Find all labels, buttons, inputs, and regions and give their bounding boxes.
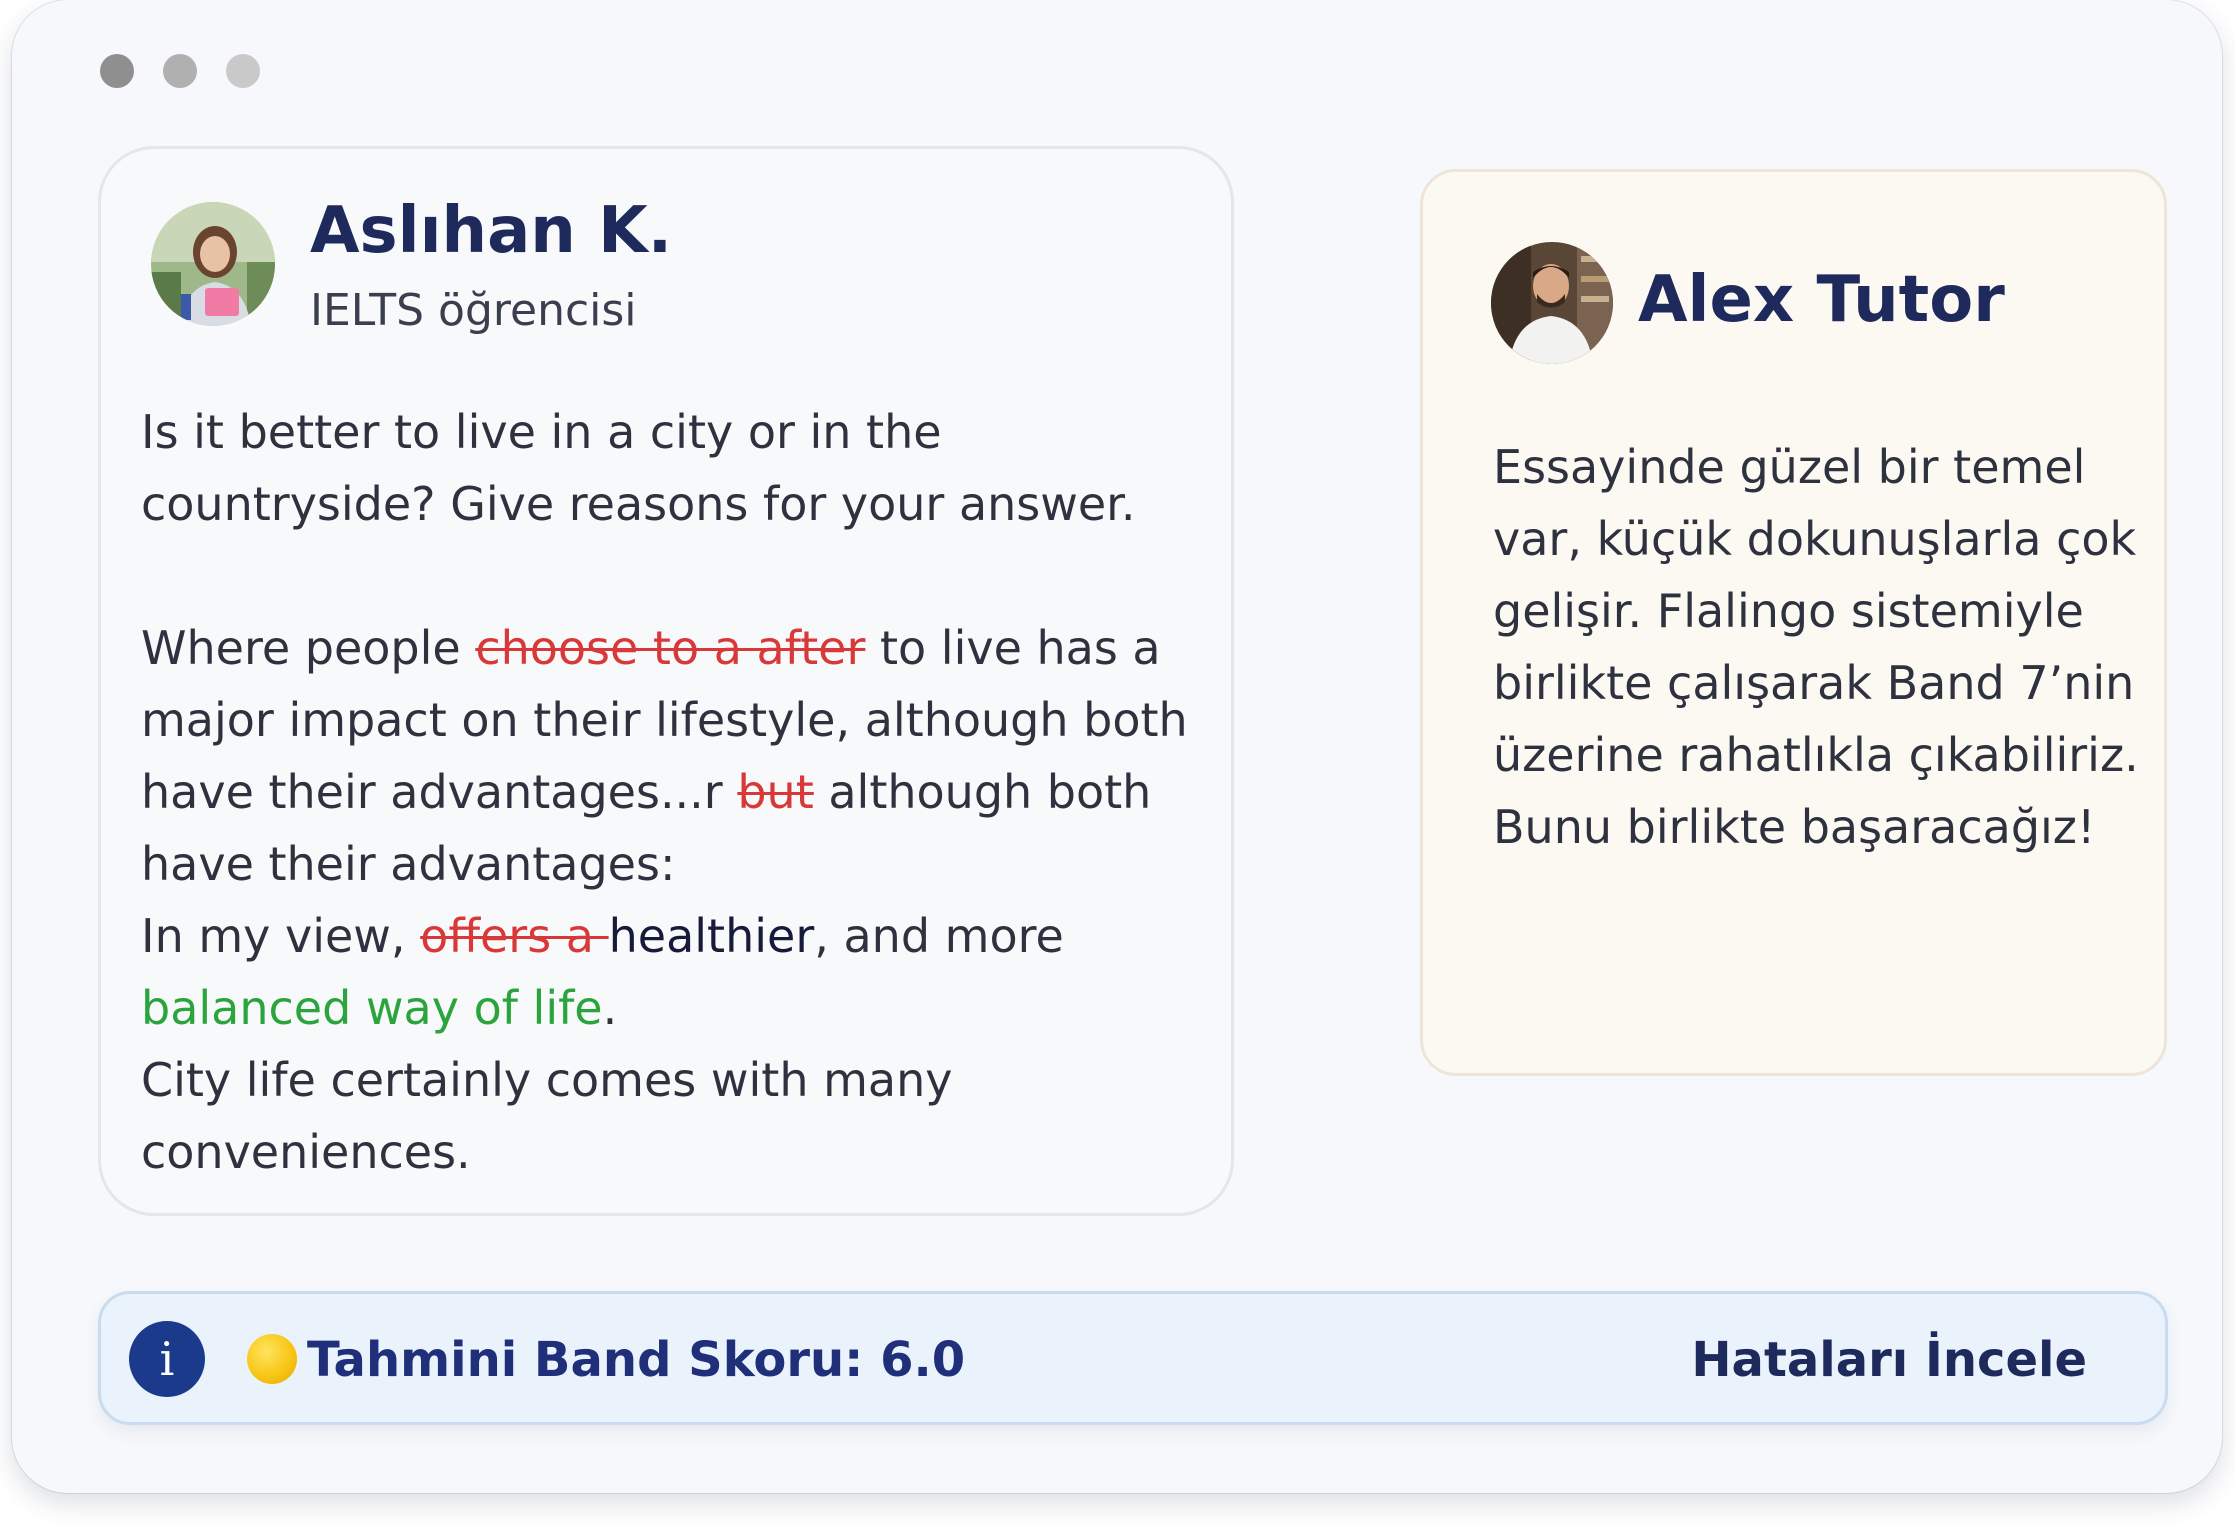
band-score-label: Tahmini Band Skoru: 6.0 xyxy=(307,1332,966,1388)
correction-insertion: healthier xyxy=(608,909,815,963)
tutor-feedback-card: Alex Tutor Essayinde güzel bir temel var… xyxy=(1420,169,2167,1076)
window-minimize-dot[interactable] xyxy=(163,54,197,88)
student-essay-card: Aslıhan K. IELTS öğrencisi Is it better … xyxy=(98,146,1234,1216)
info-icon[interactable]: i xyxy=(129,1321,205,1397)
window-close-dot[interactable] xyxy=(100,54,134,88)
app-window: Aslıhan K. IELTS öğrencisi Is it better … xyxy=(12,0,2222,1493)
correction-deletion: but xyxy=(737,765,814,819)
student-avatar xyxy=(151,202,275,326)
essay-paragraph-1: Where people choose to a after to live h… xyxy=(141,621,1188,891)
tutor-message: Essayinde güzel bir temel var, küçük dok… xyxy=(1493,440,2139,854)
essay-text: Is it better to live in a city or in the… xyxy=(141,396,1221,1188)
review-errors-button[interactable]: Hataları İncele xyxy=(1691,1336,2087,1384)
correction-deletion: choose to a after xyxy=(475,621,866,675)
essay-paragraph-2: In my view, offers a healthier, and more… xyxy=(141,909,1064,1035)
essay-paragraph-3: City life certainly comes with many conv… xyxy=(141,1053,953,1179)
student-name: Aslıhan K. xyxy=(310,194,672,268)
tutor-avatar xyxy=(1491,242,1613,364)
yellow-circle-icon xyxy=(247,1334,297,1384)
tutor-name: Alex Tutor xyxy=(1638,263,2005,337)
band-score-bar[interactable]: i Tahmini Band Skoru: 6.0 Hataları İncel… xyxy=(98,1291,2168,1425)
essay-prompt: Is it better to live in a city or in the… xyxy=(141,405,1136,531)
student-role: IELTS öğrencisi xyxy=(310,285,637,336)
correction-deletion: offers a xyxy=(420,909,609,963)
window-maximize-dot[interactable] xyxy=(226,54,260,88)
correction-highlight: balanced way of life xyxy=(141,981,603,1035)
